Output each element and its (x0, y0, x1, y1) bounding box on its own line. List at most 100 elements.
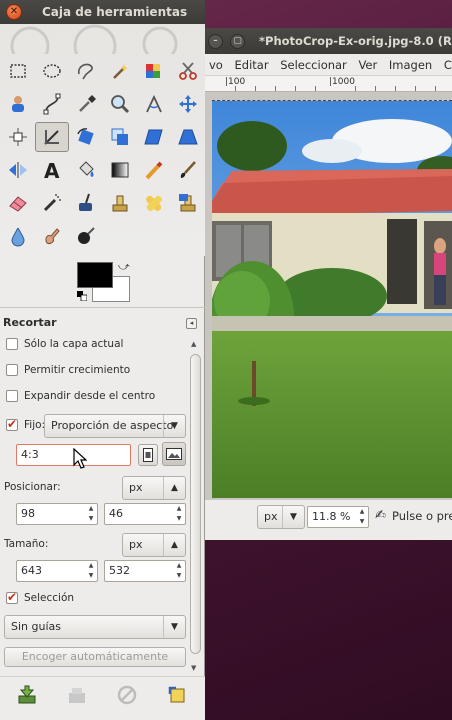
menu-view[interactable]: Ver (354, 54, 381, 75)
chevron-down-icon: ▲▼ (163, 477, 185, 515)
swap-colors-icon[interactable]: ⤻ (118, 260, 130, 274)
fixed-mode-combo[interactable]: Proporción de aspecto ▼ (44, 414, 186, 438)
ellipse-select-icon[interactable] (35, 56, 69, 86)
eraser-icon[interactable] (1, 188, 35, 218)
close-icon[interactable]: ✕ (6, 4, 22, 20)
chevron-down-icon: ▲▼ (359, 508, 365, 525)
restore-options-icon[interactable] (66, 684, 88, 706)
horizontal-ruler[interactable]: |100 |1000 (205, 76, 452, 92)
flip-icon[interactable] (1, 155, 35, 185)
canvas-area[interactable] (205, 92, 452, 508)
size-width-value: 643 (21, 564, 42, 577)
foreground-select-icon[interactable] (1, 89, 35, 119)
move-icon[interactable] (171, 89, 205, 119)
menu-layer[interactable]: Capa (440, 54, 452, 75)
perspective-clone-icon[interactable] (171, 188, 205, 218)
toolbox-titlebar[interactable]: ✕ Caja de herramientas (0, 0, 205, 24)
reset-options-icon[interactable] (166, 684, 188, 706)
measure-icon[interactable] (137, 89, 171, 119)
color-area: ⤻ (70, 258, 140, 304)
image-window-titlebar[interactable]: – ▢ *PhotoCrop-Ex-orig.jpg-8.0 (RGB, (205, 28, 452, 54)
current-layer-only-checkbox[interactable] (6, 338, 18, 350)
photo-canvas[interactable] (212, 100, 452, 498)
tool-options-title: Recortar (3, 316, 57, 329)
shear-icon[interactable] (137, 122, 171, 152)
paths-icon[interactable] (35, 89, 69, 119)
tool-options-bottom-bar (0, 676, 205, 720)
scroll-up-icon[interactable]: ▲ (191, 340, 196, 348)
dodge-burn-icon[interactable] (69, 221, 103, 251)
mouse-pointer-icon (73, 448, 87, 469)
scroll-down-icon[interactable]: ▼ (191, 664, 196, 672)
aspect-ratio-value: 4:3 (21, 448, 39, 461)
color-picker-icon[interactable] (69, 89, 103, 119)
text-icon[interactable]: A (35, 155, 69, 185)
chevron-down-icon: ▲▼ (88, 505, 94, 522)
paintbrush-icon[interactable] (171, 155, 205, 185)
position-x-field[interactable]: 98 ▲ ▼ (16, 503, 98, 525)
menu-view-partial[interactable]: vo (205, 54, 227, 75)
fuzzy-select-icon[interactable] (103, 56, 137, 86)
rotate-icon[interactable] (69, 122, 103, 152)
zoom-field[interactable]: 11.8 % ▲ ▼ (307, 506, 369, 528)
auto-shrink-button[interactable]: Encoger automáticamente (4, 647, 186, 667)
crop-icon[interactable] (35, 122, 69, 152)
toolbox-title: Caja de herramientas (42, 5, 188, 19)
portrait-icon (143, 448, 153, 462)
current-layer-only-label: Sólo la capa actual (24, 338, 124, 350)
rect-select-icon[interactable] (1, 56, 35, 86)
position-unit-value: px (129, 481, 143, 494)
options-scrollbar[interactable]: ▲ ▼ (189, 340, 202, 674)
size-height-value: 532 (109, 564, 130, 577)
position-label: Posicionar: (4, 481, 61, 493)
menu-image[interactable]: Imagen (385, 54, 436, 75)
landscape-button[interactable] (162, 442, 186, 466)
ink-icon[interactable] (69, 188, 103, 218)
allow-growing-checkbox[interactable] (6, 364, 18, 376)
minimize-icon[interactable]: – (208, 34, 223, 49)
position-y-field[interactable]: 46 ▲ ▼ (104, 503, 186, 525)
clone-icon[interactable] (103, 188, 137, 218)
guides-value: Sin guías (11, 620, 61, 633)
guides-combo[interactable]: Sin guías ▼ (4, 615, 186, 639)
airbrush-icon[interactable] (35, 188, 69, 218)
photo-image (212, 101, 452, 498)
free-select-icon[interactable] (69, 56, 103, 86)
size-unit-combo[interactable]: px ▲▼ (122, 533, 186, 572)
expand-from-center-checkbox[interactable] (6, 390, 18, 402)
position-unit-combo[interactable]: px ▲▼ (122, 476, 186, 515)
portrait-button[interactable] (138, 444, 158, 466)
divider (0, 307, 205, 308)
align-icon[interactable] (1, 122, 35, 152)
chevron-down-icon: ▲▼ (176, 562, 182, 579)
size-label: Tamaño: (4, 538, 49, 550)
zoom-icon[interactable] (103, 89, 137, 119)
pencil-icon[interactable] (137, 155, 171, 185)
bucket-fill-icon[interactable] (69, 155, 103, 185)
foreground-color-swatch[interactable] (77, 262, 113, 288)
blend-icon[interactable] (103, 155, 137, 185)
maximize-icon[interactable]: ▢ (230, 34, 246, 49)
scale-icon[interactable] (103, 122, 137, 152)
unit-combo[interactable]: px ▼ (257, 505, 305, 529)
scrollbar-thumb[interactable] (190, 354, 201, 654)
fixed-checkbox[interactable] (6, 417, 18, 431)
fixed-mode-value: Proporción de aspecto (51, 419, 174, 432)
save-options-icon[interactable] (16, 684, 38, 706)
perspective-icon[interactable] (171, 122, 205, 152)
configure-tab-icon[interactable]: ◂ (186, 318, 197, 329)
highlight-checkbox[interactable] (6, 590, 18, 604)
blur-icon[interactable] (1, 221, 35, 251)
menu-edit[interactable]: Editar (231, 54, 273, 75)
size-width-field[interactable]: 643 ▲ ▼ (16, 560, 98, 582)
ruler-label: |1000 (329, 77, 355, 87)
default-colors-icon[interactable] (77, 291, 87, 301)
chevron-down-icon: ▲▼ (176, 505, 182, 522)
delete-options-icon[interactable] (116, 684, 138, 706)
scissors-select-icon[interactable] (171, 56, 205, 86)
select-by-color-icon[interactable] (137, 56, 171, 86)
menu-select[interactable]: Seleccionar (276, 54, 351, 75)
size-height-field[interactable]: 532 ▲ ▼ (104, 560, 186, 582)
smudge-icon[interactable] (35, 221, 69, 251)
heal-icon[interactable] (137, 188, 171, 218)
